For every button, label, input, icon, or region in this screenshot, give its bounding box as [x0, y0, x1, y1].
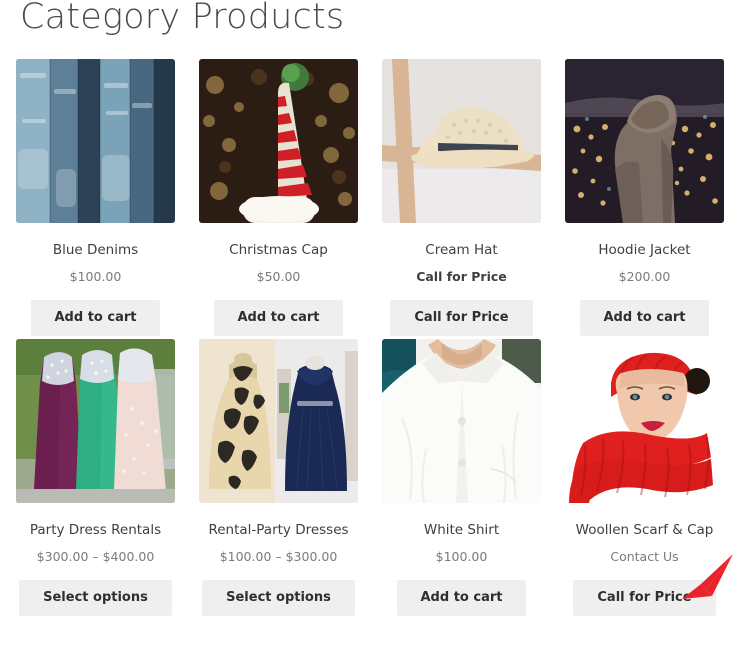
white-shirt-image[interactable] — [382, 339, 541, 503]
product-name[interactable]: Party Dress Rentals — [16, 521, 175, 539]
product-card: Rental-Party Dresses $100.00 – $300.00 S… — [199, 339, 358, 616]
product-grid: Blue Denims $100.00 Add to cart Christma… — [16, 59, 724, 619]
product-name[interactable]: Hoodie Jacket — [565, 241, 724, 259]
product-name[interactable]: Christmas Cap — [199, 241, 358, 259]
cream-hat-image[interactable] — [382, 59, 541, 223]
product-card: Cream Hat Call for Price Call for Price — [382, 59, 541, 336]
product-price: Call for Price — [416, 269, 507, 284]
add-to-cart-button[interactable]: Add to cart — [213, 300, 344, 336]
product-card: Blue Denims $100.00 Add to cart — [16, 59, 175, 336]
select-options-button[interactable]: Select options — [19, 580, 172, 616]
product-card: Christmas Cap $50.00 Add to cart — [199, 59, 358, 336]
add-to-cart-button[interactable]: Add to cart — [30, 300, 161, 336]
product-price: Contact Us — [610, 549, 679, 564]
button-wrap: Call for Price — [565, 580, 724, 616]
woollen-scarf-and-cap-image[interactable] — [565, 339, 724, 503]
product-card: Woollen Scarf & Cap Contact Us Call for … — [565, 339, 724, 616]
button-wrap: Add to cart — [382, 580, 541, 616]
christmas-cap-image[interactable] — [199, 59, 358, 223]
button-wrap: Add to cart — [16, 300, 175, 336]
rental-party-dresses-image[interactable] — [199, 339, 358, 503]
product-card: White Shirt $100.00 Add to cart — [382, 339, 541, 616]
select-options-button[interactable]: Select options — [202, 580, 355, 616]
product-price: $50.00 — [256, 269, 301, 284]
product-price: $100.00 — [435, 549, 488, 564]
product-price: $100.00 — [69, 269, 122, 284]
call-for-price-button[interactable]: Call for Price — [573, 580, 716, 616]
product-price: $200.00 — [618, 269, 671, 284]
button-wrap: Add to cart — [199, 300, 358, 336]
product-name[interactable]: White Shirt — [382, 521, 541, 539]
party-dress-rentals-image[interactable] — [16, 339, 175, 503]
button-wrap: Call for Price — [382, 300, 541, 336]
button-wrap: Add to cart — [565, 300, 724, 336]
product-price: $300.00 – $400.00 — [36, 549, 155, 564]
add-to-cart-button[interactable]: Add to cart — [579, 300, 710, 336]
button-wrap: Select options — [16, 580, 175, 616]
hoodie-jacket-image[interactable] — [565, 59, 724, 223]
product-name[interactable]: Cream Hat — [382, 241, 541, 259]
product-card: Party Dress Rentals $300.00 – $400.00 Se… — [16, 339, 175, 616]
product-name[interactable]: Blue Denims — [16, 241, 175, 259]
page-title: Category Products — [20, 0, 345, 37]
blue-denims-image[interactable] — [16, 59, 175, 223]
call-for-price-button[interactable]: Call for Price — [390, 300, 533, 336]
product-price: $100.00 – $300.00 — [219, 549, 338, 564]
product-name[interactable]: Woollen Scarf & Cap — [565, 521, 724, 539]
product-card: Hoodie Jacket $200.00 Add to cart — [565, 59, 724, 336]
add-to-cart-button[interactable]: Add to cart — [396, 580, 527, 616]
product-name[interactable]: Rental-Party Dresses — [199, 521, 358, 539]
button-wrap: Select options — [199, 580, 358, 616]
